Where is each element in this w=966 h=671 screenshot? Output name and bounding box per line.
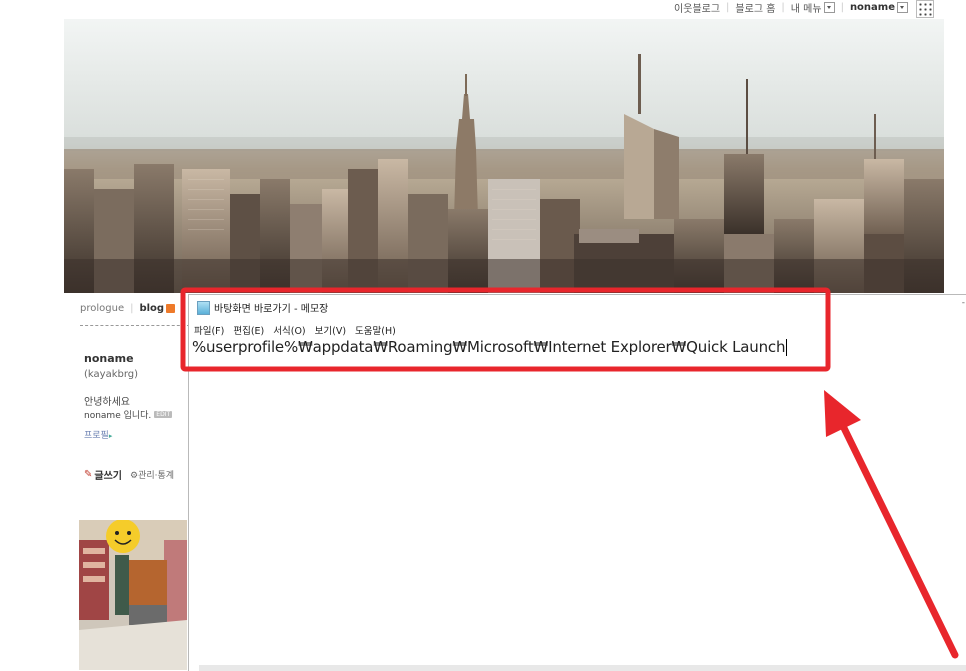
manage-stats-link[interactable]: ⚙관리·통계 bbox=[130, 468, 174, 481]
profile-name: noname bbox=[84, 352, 134, 365]
notepad-icon bbox=[197, 300, 210, 315]
edit-button[interactable]: EDIT bbox=[154, 411, 173, 418]
menu-help[interactable]: 도움말(H) bbox=[355, 323, 396, 337]
horizontal-scrollbar[interactable] bbox=[199, 665, 966, 671]
nav-separator: | bbox=[726, 1, 730, 13]
profile-id: (kayakbrg) bbox=[84, 369, 139, 380]
menu-edit[interactable]: 편집(E) bbox=[233, 323, 264, 337]
notepad-content[interactable]: %userprofile%₩appdata₩Roaming₩Microsoft₩… bbox=[192, 338, 785, 356]
notepad-menu-bar: 파일(F) 편집(E) 서식(O) 보기(V) 도움말(H) bbox=[194, 323, 405, 337]
neighbor-blog-link[interactable]: 이웃블로그 bbox=[674, 0, 720, 15]
city-skyline-image bbox=[64, 19, 944, 293]
profile-link[interactable]: 프로필▸ bbox=[84, 428, 112, 441]
profile-greeting: 안녕하세요 bbox=[84, 397, 130, 408]
notepad-title: 바탕화면 바로가기 - 메모장 bbox=[214, 304, 329, 315]
chevron-down-icon[interactable] bbox=[823, 1, 835, 13]
profile-link-label[interactable]: 프로필 bbox=[84, 431, 109, 441]
minimize-icon[interactable]: - bbox=[962, 298, 965, 308]
my-menu-link[interactable]: 내 메뉴 bbox=[791, 0, 822, 15]
menu-view[interactable]: 보기(V) bbox=[315, 323, 346, 337]
blog-home-link[interactable]: 블로그 홈 bbox=[735, 0, 775, 15]
nav-separator: | bbox=[840, 1, 844, 13]
rss-icon[interactable] bbox=[166, 304, 176, 313]
notepad-text-area[interactable]: %userprofile%₩appdata₩Roaming₩Microsoft₩… bbox=[192, 338, 788, 356]
store-photo-image bbox=[79, 520, 187, 670]
text-caret bbox=[786, 339, 788, 356]
menu-file[interactable]: 파일(F) bbox=[194, 323, 224, 337]
grid-menu-icon[interactable] bbox=[916, 0, 934, 18]
pencil-icon: ✎ bbox=[84, 469, 93, 480]
blog-banner-image bbox=[64, 19, 944, 293]
profile-photo bbox=[79, 520, 187, 670]
blog-category-menu: prologue | blog bbox=[80, 303, 176, 314]
gear-icon: ⚙ bbox=[130, 471, 139, 481]
prologue-tab[interactable]: prologue bbox=[80, 303, 124, 314]
top-navigation: 이웃블로그 | 블로그 홈 | 내 메뉴 | noname bbox=[674, 0, 938, 15]
arrow-right-icon: ▸ bbox=[108, 432, 113, 440]
profile-intro-text: noname 입니다. bbox=[84, 411, 152, 421]
write-post-button[interactable]: 글쓰기 bbox=[94, 467, 122, 482]
blog-tab[interactable]: blog bbox=[139, 303, 164, 314]
profile-intro: noname 입니다. EDIT bbox=[84, 408, 173, 421]
menu-separator: | bbox=[130, 303, 134, 314]
manage-stats-label[interactable]: 관리·통계 bbox=[138, 471, 174, 481]
write-manage-bar: ✎ 글쓰기 ⚙관리·통계 bbox=[84, 467, 174, 482]
notepad-window[interactable]: 바탕화면 바로가기 - 메모장 - 파일(F) 편집(E) 서식(O) 보기(V… bbox=[188, 294, 966, 671]
menu-format[interactable]: 서식(O) bbox=[273, 323, 305, 337]
nav-separator: | bbox=[781, 1, 785, 13]
user-name-link[interactable]: noname bbox=[850, 2, 895, 13]
notepad-title-bar[interactable]: 바탕화면 바로가기 - 메모장 bbox=[197, 300, 328, 315]
chevron-down-icon[interactable] bbox=[897, 1, 908, 13]
menu-divider bbox=[80, 325, 190, 326]
